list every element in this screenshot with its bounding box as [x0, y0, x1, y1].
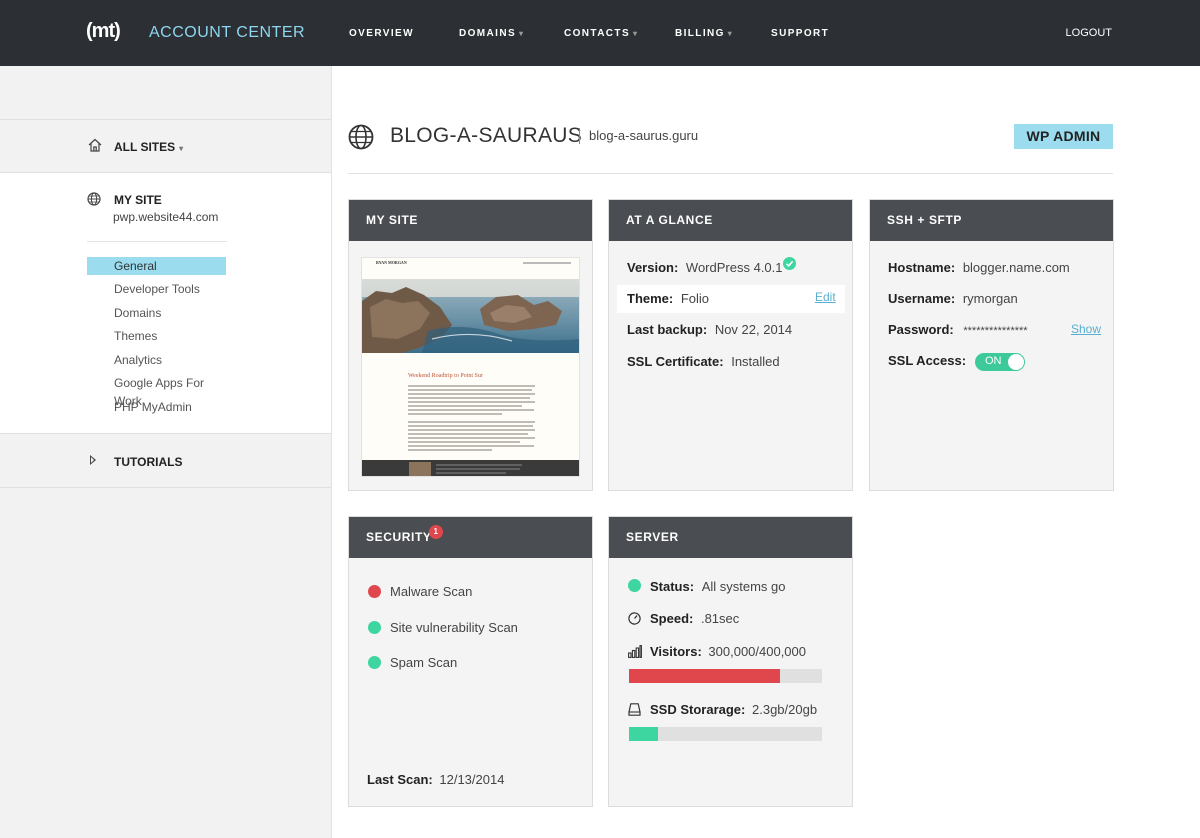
card-title: SSH + SFTP — [870, 200, 1113, 241]
status-dot — [628, 579, 641, 592]
tutorials-toggle[interactable]: TUTORIALS — [0, 434, 331, 488]
all-sites-selector[interactable]: ALL SITES ▾ — [0, 119, 331, 173]
my-site-url: pwp.website44.com — [113, 210, 219, 224]
divider — [87, 241, 227, 242]
preview-post-title: Weekend Roadtrip to Point Sur — [408, 373, 483, 379]
chevron-down-icon: ▾ — [519, 29, 525, 38]
status-dot — [368, 585, 381, 598]
server-storage-value: 2.3gb/20gb — [752, 702, 818, 717]
storage-progress-bar — [629, 727, 822, 741]
theme-value: Folio — [680, 291, 710, 306]
show-password-link[interactable]: Show — [1071, 322, 1101, 336]
sidebar-item-developer-tools[interactable]: Developer Tools — [87, 280, 226, 298]
app-title: ACCOUNT CENTER — [149, 24, 306, 41]
ssl-access-row: SSL Access: — [888, 353, 967, 368]
card-title: AT A GLANCE — [609, 200, 852, 241]
status-dot — [368, 621, 381, 634]
site-domain[interactable]: blog-a-saurus.guru — [589, 128, 698, 143]
password-row: Password: *************** — [888, 322, 1028, 337]
divider — [348, 173, 1113, 174]
sidebar-item-php-myadmin[interactable]: PHP MyAdmin — [87, 398, 226, 416]
card-title: MY SITE — [349, 200, 592, 241]
backup-value: Nov 22, 2014 — [714, 322, 793, 337]
logout-link[interactable]: LOGOUT — [1066, 27, 1112, 39]
globe-icon — [87, 192, 101, 206]
nav-support[interactable]: SUPPORT — [771, 28, 829, 39]
chevron-down-icon: ▾ — [727, 29, 734, 38]
theme-row: Theme: Folio Edit — [617, 285, 845, 313]
server-status-value: All systems go — [701, 579, 786, 594]
last-scan-row: Last Scan: 12/13/2014 — [367, 772, 505, 787]
hostname-row: Hostname: blogger.name.com — [888, 260, 1070, 275]
version-row: Version: WordPress 4.0.1 — [627, 260, 783, 275]
chevron-down-icon: ▾ — [179, 144, 184, 153]
my-site-card: MY SITE RYAN MORGAN Weekend Roadtrip to … — [348, 199, 593, 491]
username-value[interactable]: rymorgan — [963, 291, 1018, 306]
version-value: WordPress 4.0.1 — [685, 260, 783, 275]
globe-icon — [348, 124, 374, 150]
server-speed-value: .81sec — [700, 611, 740, 626]
my-site-panel: MY SITE pwp.website44.com General Develo… — [0, 173, 331, 434]
storage-progress-fill — [629, 727, 658, 741]
scan-site-vulnerability[interactable]: Site vulnerability Scan — [390, 620, 518, 635]
my-site-title: MY SITE — [114, 193, 162, 207]
server-card: SERVER Status: All systems go Speed: .81… — [608, 516, 853, 807]
ssl-value: Installed — [731, 354, 780, 369]
hostname-value[interactable]: blogger.name.com — [963, 260, 1070, 275]
username-row: Username: rymorgan — [888, 291, 1018, 306]
server-visitors-value: 300,000/400,000 — [708, 644, 807, 659]
divider — [579, 128, 580, 144]
card-title: SECURITY 1 — [349, 517, 592, 558]
all-sites-label: ALL SITES — [114, 140, 176, 154]
hard-drive-icon — [628, 703, 641, 716]
tutorials-label: TUTORIALS — [114, 455, 183, 469]
preview-text-lines — [408, 385, 535, 451]
site-name: BLOG-A-SAURAUS — [390, 124, 583, 147]
nav-billing[interactable]: BILLING ▾ — [675, 28, 733, 39]
preview-author: RYAN MORGAN — [376, 260, 407, 265]
at-a-glance-card: AT A GLANCE Version: WordPress 4.0.1 The… — [608, 199, 853, 491]
status-dot — [368, 656, 381, 669]
edit-theme-link[interactable]: Edit — [815, 290, 836, 304]
server-status-row: Status: All systems go — [650, 579, 786, 594]
sidebar-item-general[interactable]: General — [87, 257, 226, 275]
sidebar-item-analytics[interactable]: Analytics — [87, 351, 226, 369]
logo[interactable]: (mt) — [86, 20, 121, 43]
ssl-row: SSL Certificate: Installed — [627, 354, 780, 369]
scan-malware[interactable]: Malware Scan — [390, 584, 472, 599]
home-icon — [88, 138, 102, 152]
chevron-down-icon: ▾ — [633, 29, 639, 38]
nav-domains[interactable]: DOMAINS ▾ — [459, 28, 524, 39]
sidebar: ALL SITES ▾ MY SITE pwp.website44.com Gen… — [0, 66, 332, 838]
divider — [523, 262, 571, 264]
server-speed-row: Speed: .81sec — [650, 611, 740, 626]
ssh-sftp-card: SSH + SFTP Hostname: blogger.name.com Us… — [869, 199, 1114, 491]
sidebar-item-domains[interactable]: Domains — [87, 304, 226, 322]
ssl-access-toggle[interactable]: ON — [975, 353, 1025, 371]
scan-spam[interactable]: Spam Scan — [390, 655, 457, 670]
wp-admin-button[interactable]: WP ADMIN — [1014, 124, 1113, 149]
sidebar-item-google-apps[interactable]: Google Apps For Work — [87, 374, 226, 408]
security-card: SECURITY 1 Malware Scan Site vulnerabili… — [348, 516, 593, 807]
last-scan-value: 12/13/2014 — [439, 772, 505, 787]
sidebar-item-themes[interactable]: Themes — [87, 327, 226, 345]
top-bar: (mt) ACCOUNT CENTER OVERVIEW DOMAINS ▾ CO… — [0, 0, 1200, 66]
server-storage-row: SSD Storarage: 2.3gb/20gb — [650, 702, 818, 717]
preview-hero-image — [362, 279, 579, 353]
check-circle-icon — [783, 257, 796, 270]
site-preview-thumbnail[interactable]: RYAN MORGAN Weekend Roadtrip to Point Su… — [361, 257, 580, 477]
visitors-progress-fill — [629, 669, 780, 683]
preview-footer — [362, 460, 579, 476]
alert-count-badge: 1 — [429, 525, 443, 539]
nav-overview[interactable]: OVERVIEW — [349, 28, 414, 39]
backup-row: Last backup: Nov 22, 2014 — [627, 322, 793, 337]
visitors-progress-bar — [629, 669, 822, 683]
card-title: SERVER — [609, 517, 852, 558]
server-visitors-row: Visitors: 300,000/400,000 — [650, 644, 807, 659]
speed-gauge-icon — [628, 612, 641, 625]
bar-chart-icon — [628, 645, 642, 658]
nav-contacts[interactable]: CONTACTS ▾ — [564, 28, 638, 39]
password-value: *************** — [963, 325, 1028, 337]
